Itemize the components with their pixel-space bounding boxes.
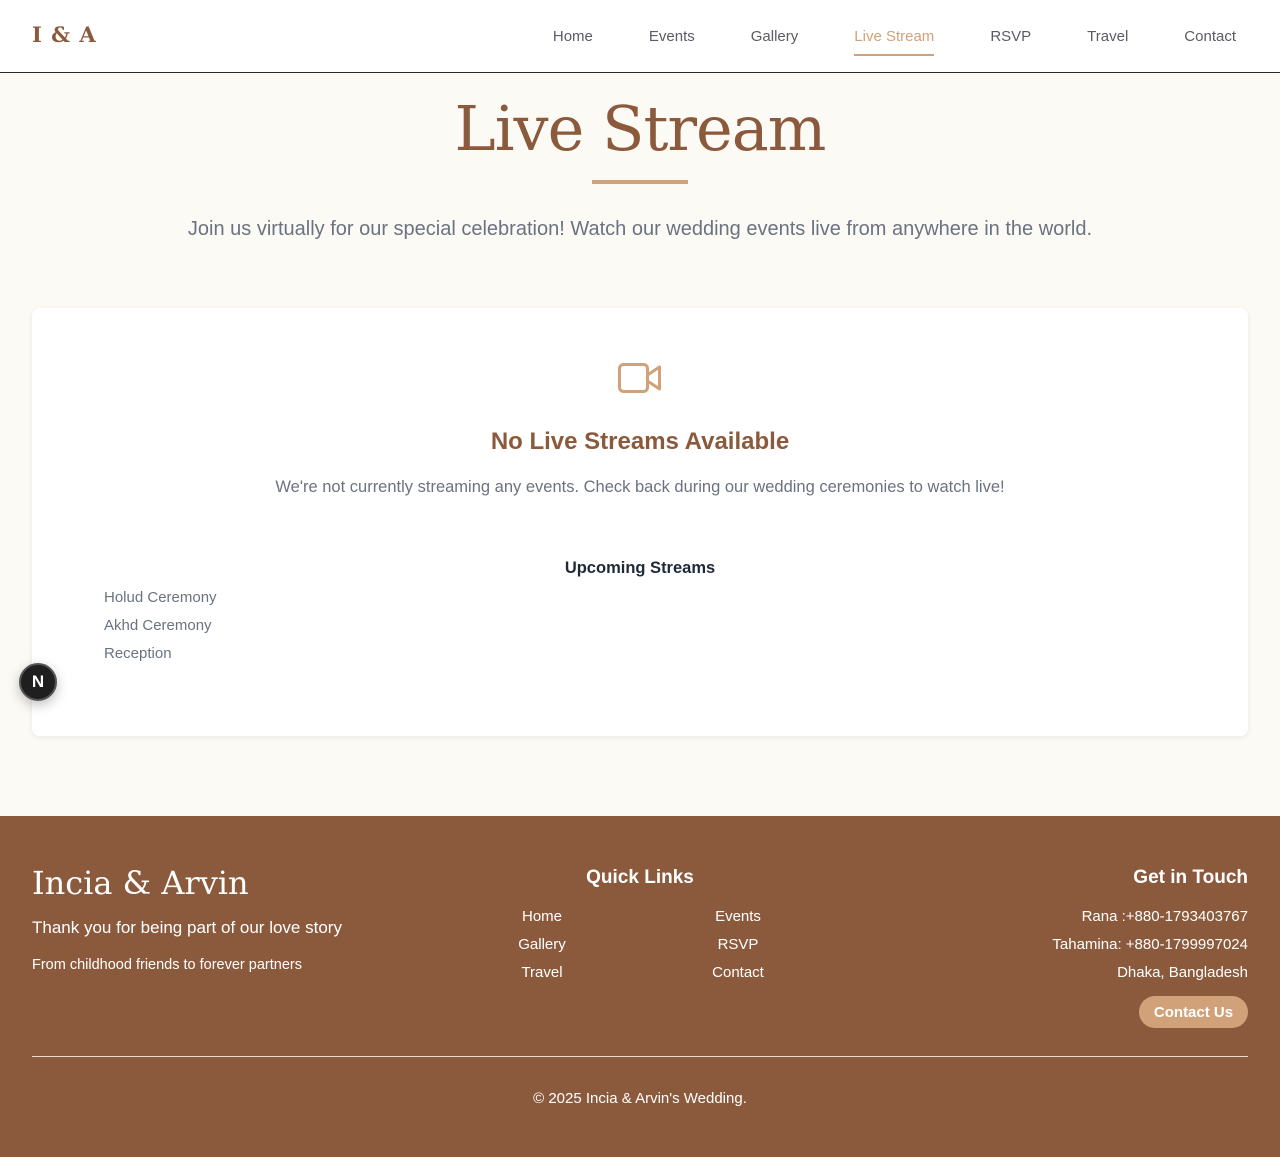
nav-live-stream[interactable]: Live Stream: [854, 0, 935, 72]
nav-events[interactable]: Events: [649, 0, 695, 72]
site-footer: Incia & Arvin Thank you for being part o…: [0, 816, 1280, 1157]
contact-details: Rana :+880-1793403767 Tahamina: +880-179…: [1052, 908, 1248, 992]
main-nav: Home Events Gallery Live Stream RSVP Tra…: [497, 0, 1236, 72]
footer-subtext: From childhood friends to forever partne…: [32, 957, 302, 973]
nav-gallery[interactable]: Gallery: [751, 0, 799, 72]
empty-state-text: We're not currently streaming any events…: [275, 478, 1005, 496]
contact-phone-rana: Rana :+880-1793403767: [1081, 908, 1248, 925]
nav-rsvp[interactable]: RSVP: [990, 0, 1031, 72]
dev-tools-button[interactable]: N: [19, 663, 57, 701]
quick-links-title: Quick Links: [586, 867, 694, 888]
contact-phone-tahamina: Tahamina: +880-1799997024: [1052, 936, 1248, 953]
footer-tagline: Thank you for being part of our love sto…: [32, 918, 342, 937]
footer-link-gallery[interactable]: Gallery: [444, 936, 640, 954]
nav-home[interactable]: Home: [553, 0, 593, 72]
empty-state-title: No Live Streams Available: [490, 428, 790, 455]
footer-link-rsvp[interactable]: RSVP: [640, 936, 836, 954]
footer-link-contact[interactable]: Contact: [640, 964, 836, 982]
nav-travel[interactable]: Travel: [1087, 0, 1128, 72]
upcoming-streams-list: Holud Ceremony Akhd Ceremony Reception: [104, 589, 217, 673]
list-item: Akhd Ceremony: [104, 617, 212, 634]
footer-link-travel[interactable]: Travel: [444, 964, 640, 982]
copyright: © 2025 Incia & Arvin's Wedding.: [533, 1090, 747, 1107]
nav-contact[interactable]: Contact: [1184, 0, 1236, 72]
site-logo[interactable]: I & A: [32, 22, 97, 47]
list-item: Reception: [104, 645, 172, 662]
upcoming-streams-title: Upcoming Streams: [564, 559, 716, 577]
footer-divider: [32, 1056, 1248, 1057]
quick-links: Home Events Gallery RSVP Travel Contact: [444, 908, 836, 982]
contact-location: Dhaka, Bangladesh: [1117, 964, 1248, 981]
site-header: I & A Home Events Gallery Live Stream RS…: [0, 0, 1280, 73]
footer-link-home[interactable]: Home: [444, 908, 640, 926]
stream-card: No Live Streams Available We're not curr…: [32, 308, 1248, 736]
title-divider: [592, 180, 688, 184]
contact-us-button[interactable]: Contact Us: [1139, 996, 1248, 1028]
get-in-touch-title: Get in Touch: [1133, 867, 1248, 888]
page-subtitle: Join us virtually for our special celebr…: [187, 218, 1093, 240]
footer-link-events[interactable]: Events: [640, 908, 836, 926]
page-title: Live Stream: [454, 92, 827, 165]
video-camera-icon: [618, 363, 661, 393]
list-item: Holud Ceremony: [104, 589, 217, 606]
